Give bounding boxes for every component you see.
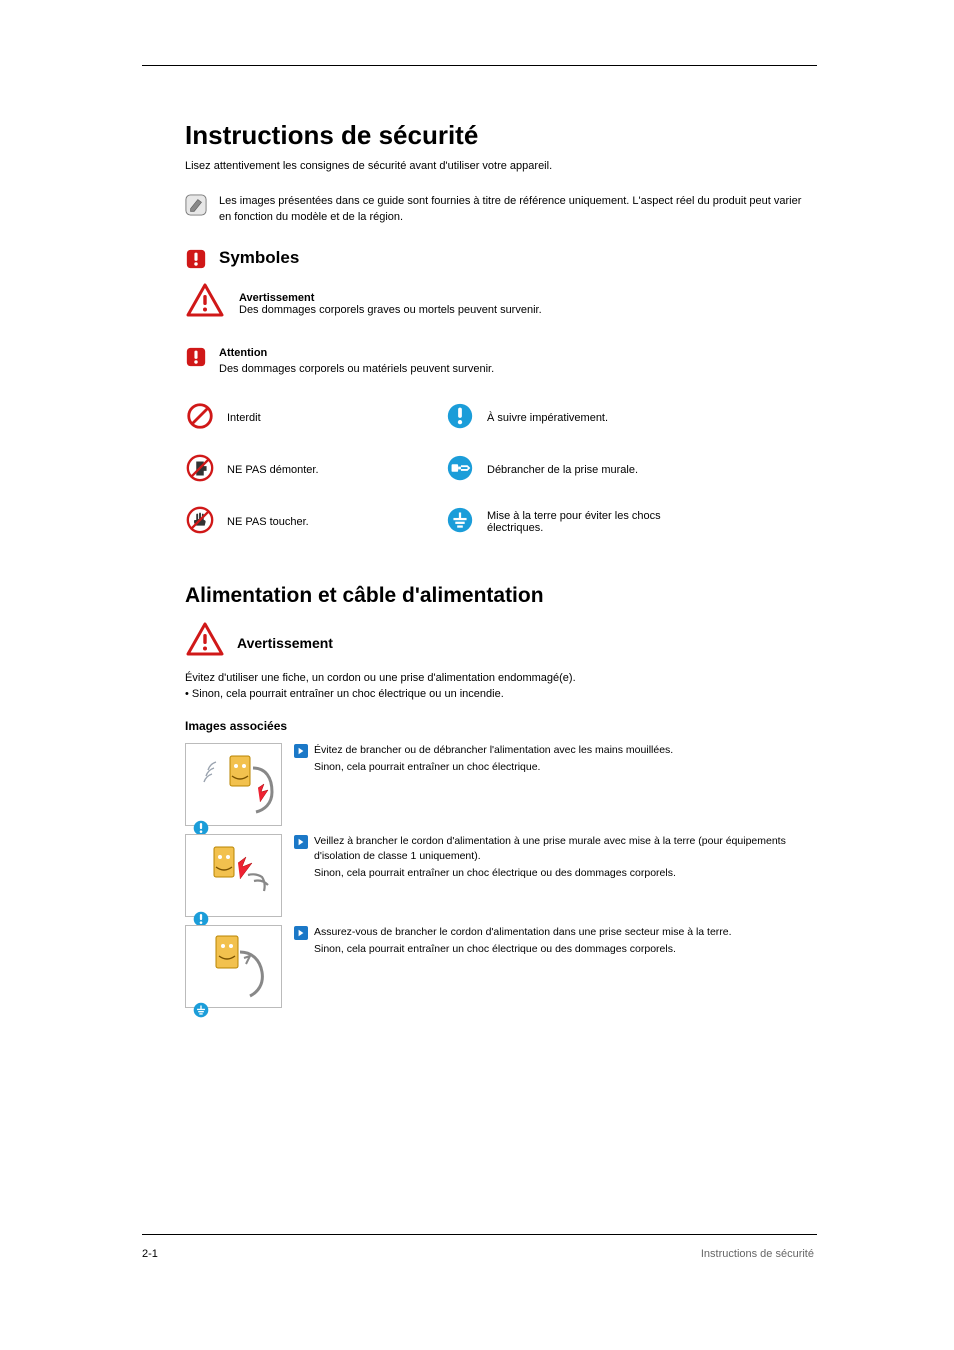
top-rule — [142, 65, 817, 66]
safety-item-1: Évitez de brancher ou de débrancher l'al… — [185, 743, 815, 826]
safety-item-2: Veillez à brancher le cordon d'alimentat… — [185, 834, 815, 917]
warning-label-1: Avertissement — [239, 292, 314, 304]
must-follow-icon — [445, 401, 475, 436]
ground-icon — [445, 505, 475, 540]
warning-row-1: Avertissement Des dommages corporels gra… — [185, 281, 815, 326]
caution-desc: Des dommages corporels ou matériels peuv… — [219, 363, 494, 375]
no-disassemble-icon — [185, 453, 215, 488]
item-lead: Veillez à brancher le cordon d'alimentat… — [314, 835, 786, 862]
note-text: Les images présentées dans ce guide sont… — [219, 194, 815, 226]
icon-grid: Interdit NE PAS démonter. NE PAS toucher… — [185, 392, 815, 548]
power-warning-desc: Évitez d'utiliser une fiche, un cordon o… — [185, 671, 815, 703]
item-body: Sinon, cela pourrait entraîner un choc é… — [314, 760, 673, 775]
warning-text-1: Avertissement Des dommages corporels gra… — [225, 292, 542, 316]
note-icon — [185, 194, 219, 221]
icon-label: NE PAS démonter. — [215, 464, 319, 476]
page: Instructions de sécurité Lisez attentive… — [0, 0, 954, 1350]
intro-text: Lisez attentivement les consignes de séc… — [185, 159, 815, 174]
symbols-heading: Symboles — [219, 248, 299, 268]
icon-item-no-disassemble: NE PAS démonter. — [185, 444, 445, 496]
unplug-icon — [445, 453, 475, 488]
safety-illustration-2 — [185, 834, 282, 917]
icon-label: Mise à la terre pour éviter les chocs él… — [475, 510, 705, 534]
item-body: Sinon, cela pourrait entraîner un choc é… — [314, 866, 815, 881]
safety-illustration-3 — [185, 925, 282, 1008]
caution-label: Attention — [219, 347, 267, 359]
icon-item-ground: Mise à la terre pour éviter les chocs él… — [445, 496, 705, 548]
item-lead: Évitez de brancher ou de débrancher l'al… — [314, 744, 673, 756]
safety-item-3-text: Assurez-vous de brancher le cordon d'ali… — [314, 925, 732, 957]
prohibit-icon — [185, 401, 215, 436]
important-icon — [185, 248, 219, 275]
icon-item-prohibit: Interdit — [185, 392, 445, 444]
icon-label: NE PAS toucher. — [215, 516, 309, 528]
icon-label: Débrancher de la prise murale. — [475, 464, 638, 476]
icon-item-no-touch: NE PAS toucher. — [185, 496, 445, 548]
icon-col-right: À suivre impérativement. Débrancher de l… — [445, 392, 705, 548]
caution-heading-row: Attention Des dommages corporels ou maté… — [185, 346, 815, 378]
images-subheading: Images associées — [185, 719, 815, 733]
symbols-heading-row: Symboles — [185, 248, 815, 275]
caution-text: Attention Des dommages corporels ou maté… — [219, 346, 494, 378]
page-title: Instructions de sécurité — [185, 120, 815, 151]
page-number: 2-1 — [142, 1248, 158, 1260]
no-touch-icon — [185, 505, 215, 540]
item-lead: Assurez-vous de brancher le cordon d'ali… — [314, 926, 732, 938]
icon-item-must-follow: À suivre impérativement. — [445, 392, 705, 444]
note-row: Les images présentées dans ce guide sont… — [185, 194, 815, 226]
safety-item-1-text: Évitez de brancher ou de débrancher l'al… — [314, 743, 673, 775]
icon-label: À suivre impérativement. — [475, 412, 608, 424]
power-warning-row: Avertissement — [185, 620, 815, 665]
icon-label: Interdit — [215, 412, 261, 424]
power-heading: Alimentation et câble d'alimentation — [185, 584, 815, 608]
bullet-arrow-icon — [294, 744, 308, 758]
bullet-arrow-icon — [294, 835, 308, 849]
warning-triangle-icon — [185, 281, 225, 326]
footer-text: Instructions de sécurité — [701, 1248, 814, 1260]
safety-item-2-text: Veillez à brancher le cordon d'alimentat… — [314, 834, 815, 882]
icon-col-left: Interdit NE PAS démonter. NE PAS toucher… — [185, 392, 445, 548]
warning-triangle-icon — [185, 620, 225, 665]
important-icon-2 — [185, 346, 219, 373]
item-body: Sinon, cela pourrait entraîner un choc é… — [314, 942, 732, 957]
power-warning-label: Avertissement — [225, 635, 333, 651]
safety-illustration-1 — [185, 743, 282, 826]
safety-item-3: Assurez-vous de brancher le cordon d'ali… — [185, 925, 815, 1008]
bullet-arrow-icon — [294, 926, 308, 940]
content-area: Instructions de sécurité Lisez attentive… — [185, 120, 815, 1016]
icon-item-unplug: Débrancher de la prise murale. — [445, 444, 705, 496]
bottom-rule — [142, 1234, 817, 1235]
warning-desc-1: Des dommages corporels graves ou mortels… — [239, 304, 542, 316]
